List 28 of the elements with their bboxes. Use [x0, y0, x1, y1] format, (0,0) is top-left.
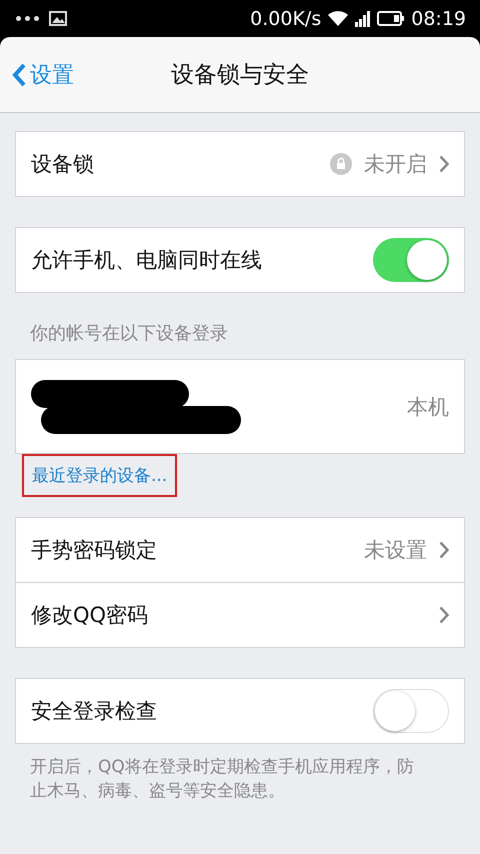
clock: 08:19	[411, 8, 466, 30]
row-label: 设备锁	[31, 151, 94, 178]
row-label: 允许手机、电脑同时在线	[31, 247, 262, 274]
settings-row[interactable]: 安全登录检查	[16, 679, 464, 743]
battery-icon	[377, 10, 406, 27]
section-header: 你的帐号在以下设备登录	[29, 322, 229, 346]
settings-row[interactable]: 修改QQ密码	[16, 582, 464, 647]
image-icon	[49, 11, 67, 26]
settings-row[interactable]: 本机	[16, 360, 464, 453]
recent-devices-link[interactable]: 最近登录的设备...	[22, 454, 178, 497]
row-label: 手势密码锁定	[31, 537, 157, 564]
row-label: 修改QQ密码	[31, 602, 148, 629]
row-value: 未设置	[364, 537, 427, 564]
settings-row[interactable]: 设备锁 未开启	[16, 132, 464, 196]
settings-row[interactable]: 手势密码锁定 未设置	[16, 518, 464, 582]
signal-icon	[355, 10, 372, 27]
toggle-switch[interactable]	[373, 238, 449, 282]
toggle-switch[interactable]	[373, 689, 449, 733]
more-icon	[16, 16, 39, 21]
page-title: 设备锁与安全	[171, 61, 309, 90]
device-label: 本机	[407, 394, 449, 420]
wifi-icon	[327, 10, 350, 27]
network-speed: 0.00K/s	[250, 8, 322, 30]
back-icon	[12, 62, 26, 86]
footer-note: 开启后，QQ将在登录时定期检查手机应用程序，防止木马、病毒、盗号等安全隐患。	[29, 756, 415, 803]
row-label: 安全登录检查	[31, 698, 157, 725]
settings-row[interactable]: 允许手机、电脑同时在线	[16, 228, 464, 292]
row-value: 未开启	[364, 151, 427, 178]
